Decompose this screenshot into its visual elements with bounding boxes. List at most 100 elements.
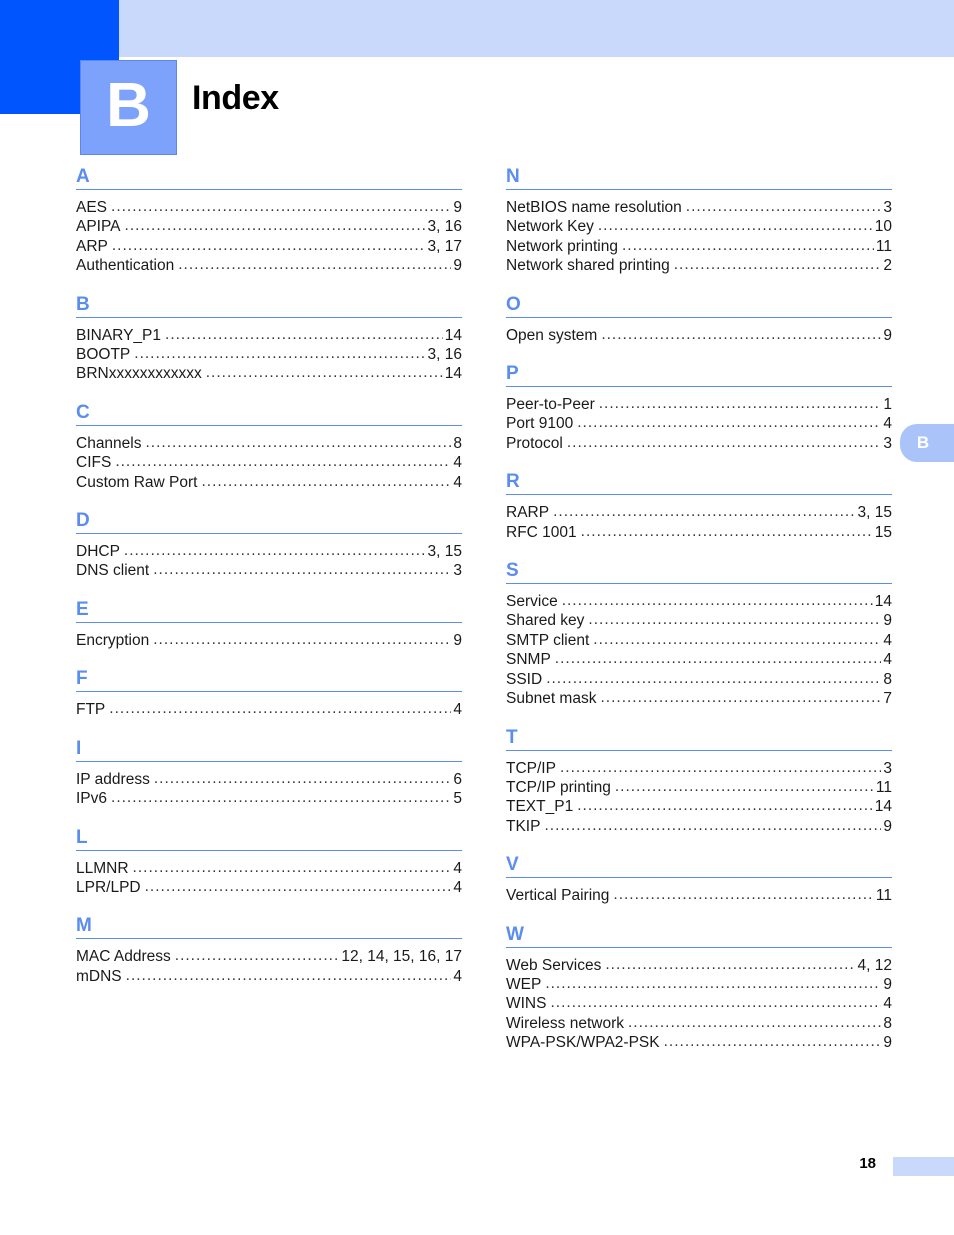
index-entry[interactable]: Protocol................................… [506, 434, 892, 453]
index-entry[interactable]: TCP/IP printing.........................… [506, 778, 892, 797]
index-entry[interactable]: WPA-PSK/WPA2-PSK........................… [506, 1033, 892, 1052]
index-entry-page: 12, 14, 15, 16, 17 [341, 948, 462, 966]
index-entry[interactable]: SMTP client.............................… [506, 631, 892, 650]
index-entry[interactable]: Peer-to-Peer............................… [506, 395, 892, 414]
index-entry-page: 6 [453, 770, 462, 788]
index-entry-term: Channels [76, 434, 142, 452]
index-entry-term: WPA-PSK/WPA2-PSK [506, 1034, 660, 1052]
index-entry-term: SMTP client [506, 631, 590, 649]
index-entry[interactable]: TEXT_P1.................................… [506, 797, 892, 816]
index-entry-page: 4 [453, 473, 462, 491]
letter-heading: D [76, 510, 90, 532]
index-entry[interactable]: Network printing........................… [506, 237, 892, 256]
index-entry[interactable]: BINARY_P1...............................… [76, 326, 462, 345]
letter-rule [76, 621, 462, 623]
index-entry[interactable]: BRNxxxxxxxxxxxx.........................… [76, 364, 462, 383]
letter-heading: N [506, 166, 520, 187]
index-entry[interactable]: NetBIOS name resolution.................… [506, 198, 892, 217]
index-entry-page: 7 [883, 690, 892, 708]
index-entry-term: Authentication [76, 257, 175, 275]
index-entry[interactable]: WEP.....................................… [506, 975, 892, 994]
index-entry[interactable]: Service.................................… [506, 592, 892, 611]
index-entry-page: 9 [883, 326, 892, 344]
index-entry[interactable]: FTP.....................................… [76, 700, 462, 719]
index-entry[interactable]: ARP.....................................… [76, 237, 462, 256]
letter-heading: B [76, 293, 90, 315]
index-entry-leader: ........................................… [601, 325, 882, 343]
index-entry[interactable]: TCP/IP..................................… [506, 759, 892, 778]
index-entry[interactable]: CIFS....................................… [76, 453, 462, 472]
index-entry[interactable]: BOOTP...................................… [76, 345, 462, 364]
index-entry-term: IP address [76, 770, 150, 788]
index-entry[interactable]: Network Key.............................… [506, 217, 892, 236]
index-entry[interactable]: Port 9100...............................… [506, 414, 892, 433]
side-thumb-tab: B [900, 424, 954, 462]
index-entry[interactable]: RARP....................................… [506, 503, 892, 522]
index-entry-leader: ........................................… [685, 198, 882, 215]
index-entry-term: IPv6 [76, 790, 108, 808]
index-entry[interactable]: Wireless network........................… [506, 1014, 892, 1033]
letter-rule [76, 533, 462, 535]
page-title: Index [192, 79, 279, 117]
index-entry[interactable]: SNMP....................................… [506, 650, 892, 669]
letter-group: L LLMNR..................................… [76, 827, 462, 915]
index-entry[interactable]: DHCP....................................… [76, 542, 462, 561]
index-entry[interactable]: Shared key..............................… [506, 611, 892, 630]
index-entry[interactable]: SSID....................................… [506, 670, 892, 689]
letter-rule [76, 849, 462, 851]
index-entry-term: TCP/IP [506, 759, 556, 777]
letter-rule [76, 938, 462, 940]
index-entry[interactable]: Channels................................… [76, 434, 462, 453]
index-entry[interactable]: LPR/LPD.................................… [76, 878, 462, 897]
index-entry[interactable]: IPv6....................................… [76, 789, 462, 808]
index-entry-term: Network Key [506, 218, 594, 236]
index-entry[interactable]: DNS client..............................… [76, 561, 462, 580]
index-entry[interactable]: AES.....................................… [76, 198, 462, 217]
index-entry-leader: ........................................… [201, 472, 452, 490]
index-entry[interactable]: Web Services............................… [506, 956, 892, 975]
index-entry[interactable]: MAC Address.............................… [76, 947, 462, 966]
index-entry-page: 9 [453, 631, 462, 649]
letter-heading: P [506, 363, 519, 385]
index-entry-page: 4 [453, 859, 462, 877]
index-entry-leader: ........................................… [663, 1033, 882, 1051]
index-entry-leader: ........................................… [111, 789, 451, 807]
index-entry[interactable]: Custom Raw Port.........................… [76, 473, 462, 492]
letter-rule [506, 494, 892, 496]
letter-heading: F [76, 668, 88, 690]
index-entry-term: SSID [506, 670, 543, 688]
index-entry[interactable]: Encryption..............................… [76, 631, 462, 650]
index-entry-term: TEXT_P1 [506, 798, 574, 816]
index-entry[interactable]: mDNS....................................… [76, 967, 462, 986]
index-entry-leader: ........................................… [153, 561, 451, 579]
index-entry-leader: ........................................… [554, 650, 882, 668]
footer-accent-bar [893, 1157, 954, 1176]
index-entry[interactable]: Open system.............................… [506, 326, 892, 345]
index-entry[interactable]: Subnet mask.............................… [506, 689, 892, 708]
index-entry-leader: ........................................… [622, 236, 874, 254]
index-entry[interactable]: Authentication..........................… [76, 256, 462, 275]
index-entry[interactable]: TKIP....................................… [506, 817, 892, 836]
letter-group: D DHCP...................................… [76, 510, 462, 598]
index-entry-page: 5 [453, 790, 462, 808]
letter-heading: W [506, 923, 524, 945]
index-entry[interactable]: Network shared printing.................… [506, 256, 892, 275]
letter-rule [76, 760, 462, 762]
index-entry[interactable]: WINS....................................… [506, 994, 892, 1013]
index-entry[interactable]: LLMNR...................................… [76, 859, 462, 878]
index-entry-leader: ........................................… [580, 522, 873, 540]
letter-heading: A [76, 166, 90, 187]
index-entry[interactable]: APIPA...................................… [76, 217, 462, 236]
letter-heading: L [76, 826, 88, 848]
index-entry-leader: ........................................… [600, 689, 882, 707]
index-entry-leader: ........................................… [614, 777, 874, 795]
index-entry-page: 9 [883, 817, 892, 835]
index-entry[interactable]: RFC 1001................................… [506, 523, 892, 542]
index-entry[interactable]: IP address..............................… [76, 770, 462, 789]
index-entry-page: 14 [874, 593, 892, 611]
index-entry[interactable]: Vertical Pairing........................… [506, 886, 892, 905]
